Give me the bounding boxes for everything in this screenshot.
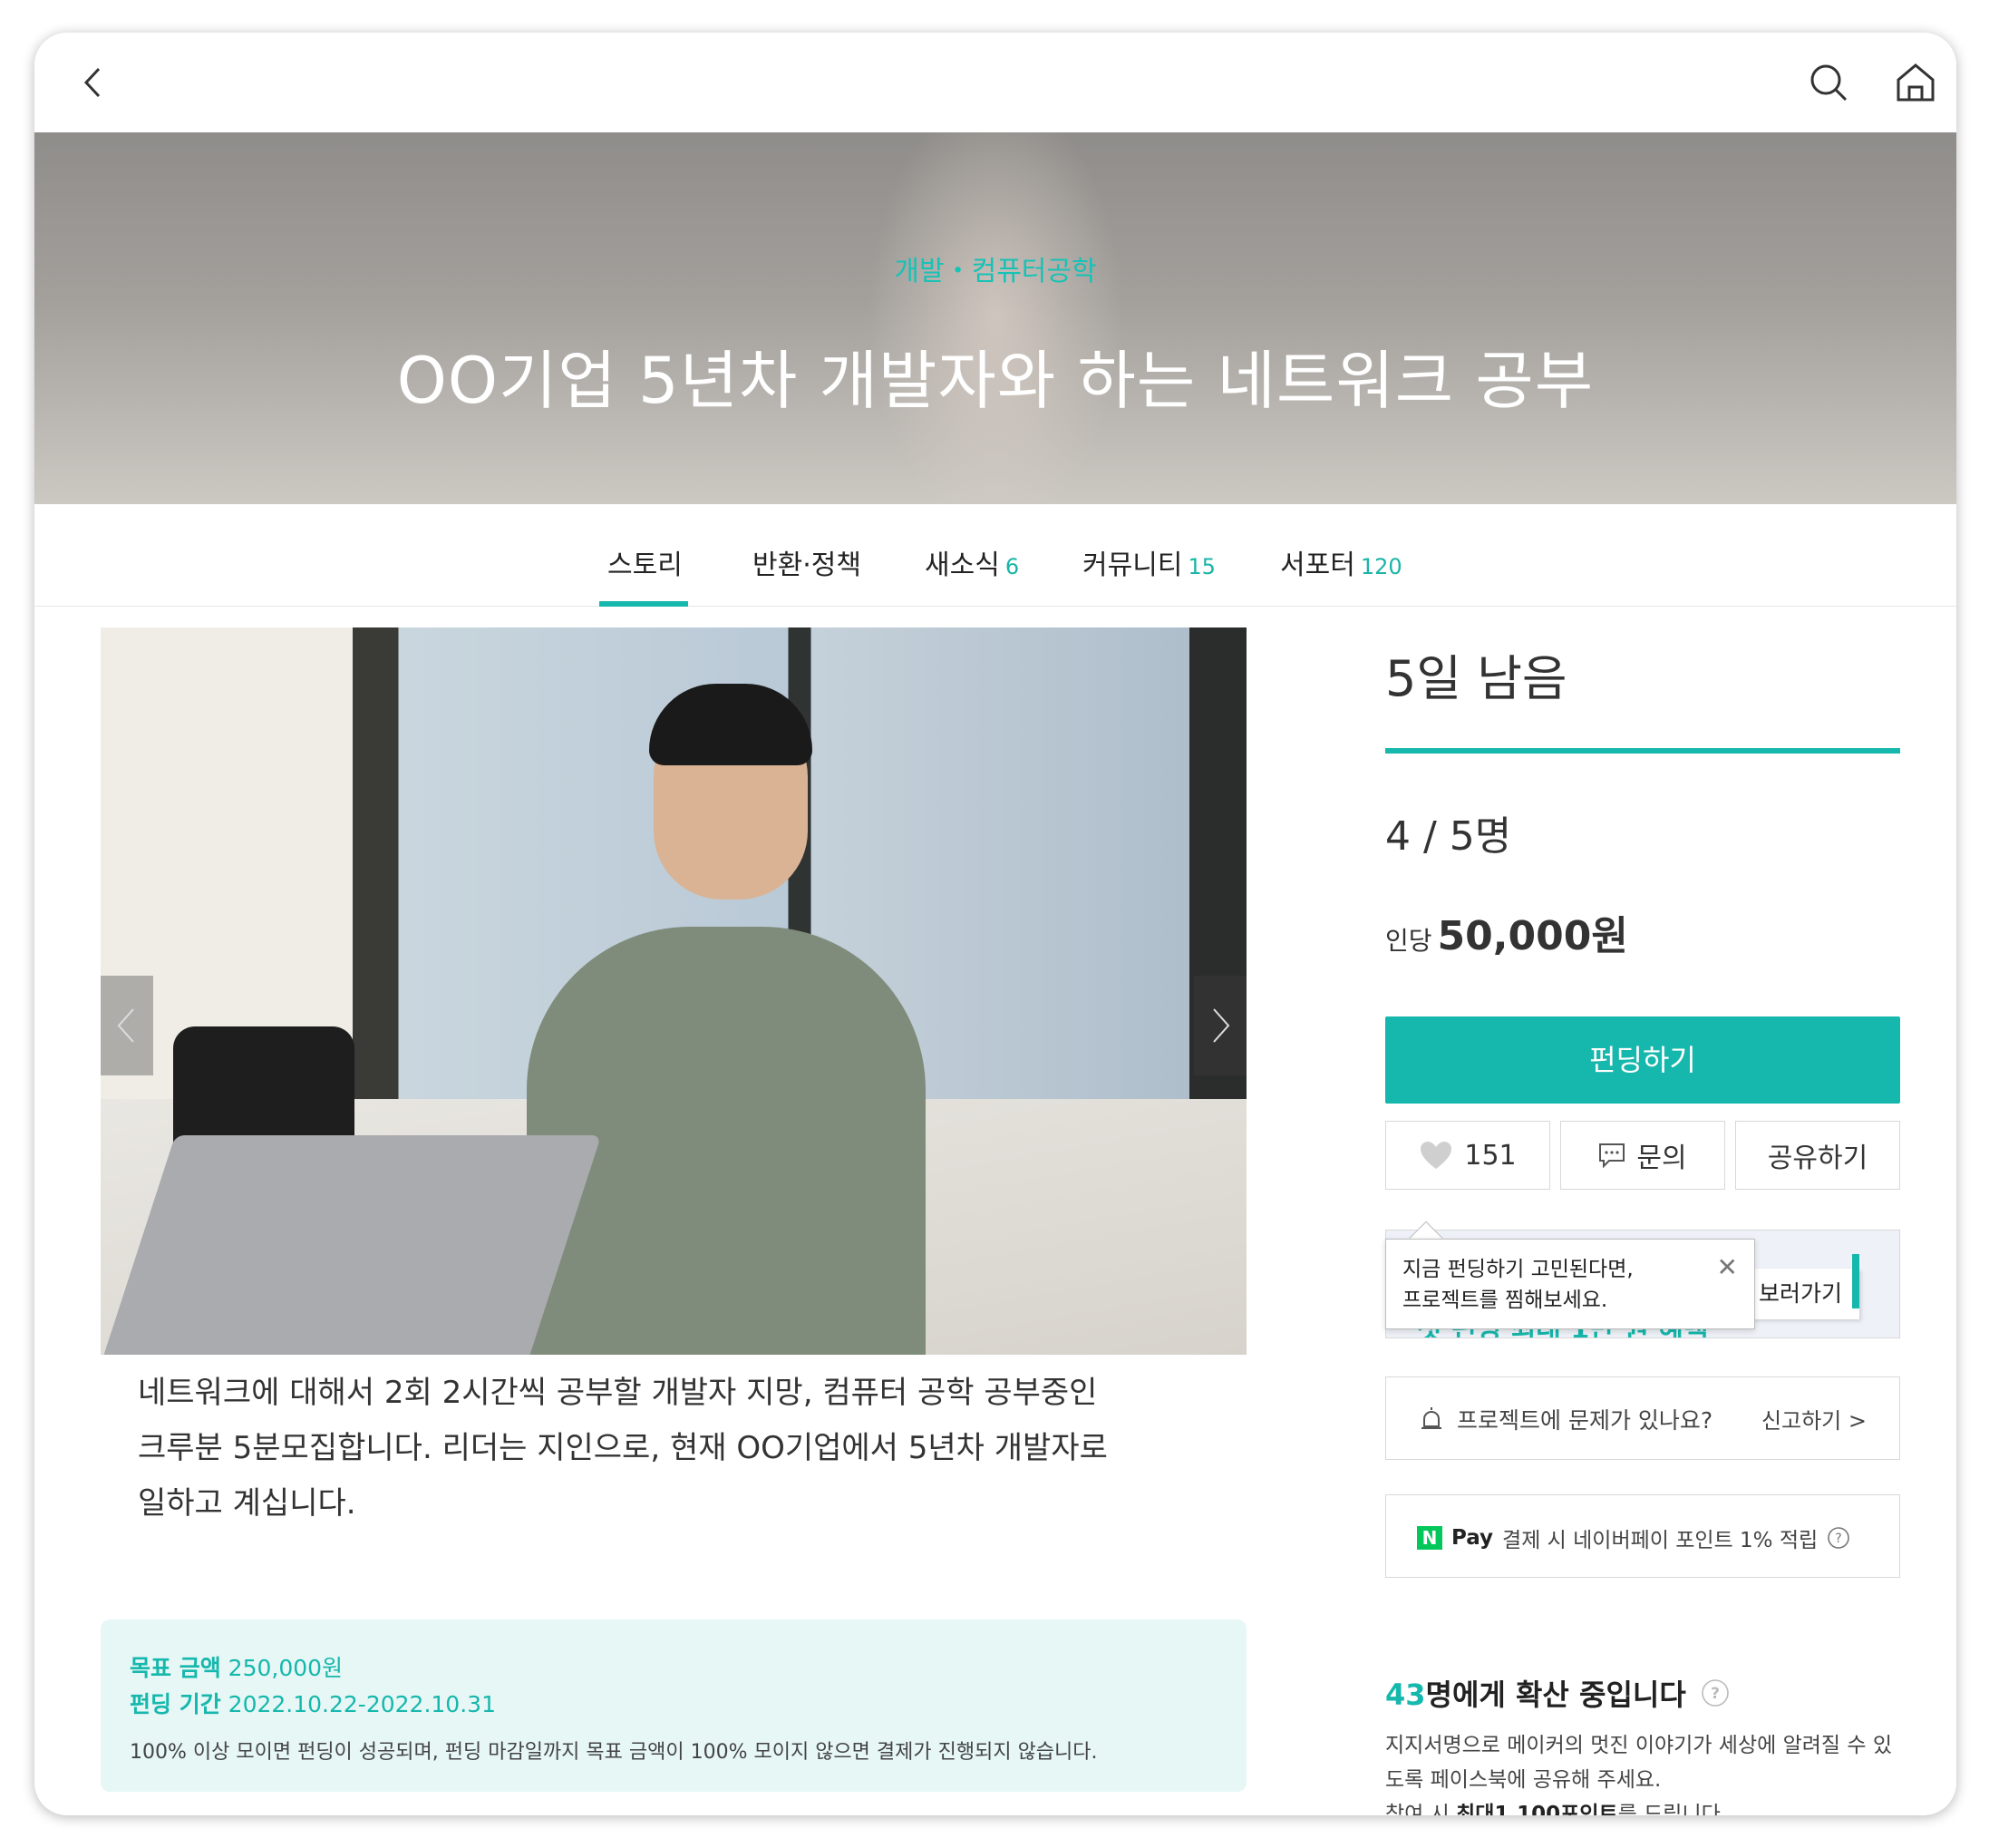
category-label: 개발・컴퓨터공학 xyxy=(894,256,1097,287)
spread-count: 43 xyxy=(1385,1678,1426,1712)
back-button[interactable] xyxy=(71,60,116,105)
active-tab-indicator xyxy=(599,601,688,607)
story-line: 네트워크에 대해서 2회 2시간씩 공부할 개발자 지망, 컴퓨터 공학 공부중… xyxy=(138,1375,1098,1411)
naverpay-row: N Pay 결제 시 네이버페이 포인트 1% 적립 ? xyxy=(1417,1522,1850,1553)
report-question: 프로젝트에 문제가 있나요? xyxy=(1419,1403,1712,1435)
goal-amount-value: 250,000원 xyxy=(228,1655,344,1681)
tab-label: 서포터 xyxy=(1280,550,1355,581)
chevron-left-icon xyxy=(117,1008,134,1043)
report-link[interactable]: 신고하기 > xyxy=(1761,1403,1867,1435)
tab-label: 반환·정책 xyxy=(752,550,861,581)
story-text: 네트워크에 대해서 2회 2시간씩 공부할 개발자 지망, 컴퓨터 공학 공부중… xyxy=(138,1366,1189,1532)
tab-bar: 스토리 반환·정책 새소식 6 커뮤니티 15 서포터 120 xyxy=(34,504,1956,607)
tab-label: 스토리 xyxy=(607,550,683,581)
like-button[interactable]: 151 xyxy=(1385,1121,1550,1190)
share-button[interactable]: 공유하기 xyxy=(1735,1121,1900,1190)
tooltip-text: 지금 펀딩하기 고민된다면, 프로젝트를 찜해보세요. xyxy=(1402,1254,1634,1316)
siren-icon xyxy=(1421,1407,1441,1429)
svg-text:?: ? xyxy=(1711,1685,1720,1703)
photo-hair xyxy=(649,684,812,765)
home-icon xyxy=(1897,63,1935,102)
funding-goal-box: 목표 금액 250,000원 펀딩 기간 2022.10.22-2022.10.… xyxy=(101,1619,1247,1792)
story-line: 크루분 5분모집합니다. 리더는 지인으로, 현재 OO기업에서 5년차 개발자… xyxy=(138,1430,1108,1466)
days-left: 5일 남음 xyxy=(1385,650,1567,707)
price-value: 50,000원 xyxy=(1437,913,1628,959)
photo-laptop xyxy=(101,1135,602,1355)
price-label: 인당 xyxy=(1385,926,1432,956)
wishlist-tooltip: 지금 펀딩하기 고민된다면, 프로젝트를 찜해보세요. ✕ xyxy=(1385,1239,1755,1329)
share-label: 공유하기 xyxy=(1767,1143,1868,1174)
report-question-text: 프로젝트에 문제가 있나요? xyxy=(1457,1407,1713,1434)
like-count: 151 xyxy=(1464,1139,1517,1172)
chevron-left-icon xyxy=(83,67,101,98)
spread-desc-suffix: 를 드립니다. xyxy=(1617,1803,1728,1815)
chat-icon xyxy=(1599,1143,1625,1168)
inquiry-label: 문의 xyxy=(1636,1143,1687,1174)
coupon-accent-bar xyxy=(1852,1254,1859,1308)
tab-count: 120 xyxy=(1360,554,1402,579)
funding-period: 펀딩 기간 2022.10.22-2022.10.31 xyxy=(130,1687,496,1719)
participant-count: 4 / 5명 xyxy=(1385,813,1512,860)
progress-bar xyxy=(1385,748,1900,754)
spread-desc-line: 참여 시 최대1,100포인트를 드립니다. xyxy=(1385,1797,1902,1815)
goal-amount: 목표 금액 250,000원 xyxy=(130,1650,343,1683)
goal-amount-label: 목표 금액 xyxy=(130,1655,221,1681)
price-per-person: 인당 50,000원 xyxy=(1385,903,1628,961)
hero-banner: 개발・컴퓨터공학 OO기업 5년차 개발자와 하는 네트워크 공부 xyxy=(34,132,1956,504)
project-title: OO기업 5년차 개발자와 하는 네트워크 공부 xyxy=(396,344,1595,418)
spread-desc-line: 지지서명으로 메이커의 멋진 이야기가 세상에 알려질 수 있도록 페이스북에 … xyxy=(1385,1734,1893,1792)
top-bar xyxy=(34,33,1956,132)
tab-story[interactable]: 스토리 xyxy=(607,542,683,582)
tab-supporters[interactable]: 서포터 120 xyxy=(1280,542,1402,582)
coupon-view-button[interactable]: 보러가기 xyxy=(1742,1269,1859,1319)
tab-refund-policy[interactable]: 반환·정책 xyxy=(752,542,861,582)
story-line: 일하고 계십니다. xyxy=(138,1485,356,1522)
search-button[interactable] xyxy=(1806,60,1851,105)
project-photo xyxy=(101,627,1247,1355)
report-box: 프로젝트에 문제가 있나요? 신고하기 > xyxy=(1385,1376,1900,1460)
tab-count: 15 xyxy=(1188,554,1216,579)
prev-image-button[interactable] xyxy=(101,976,153,1075)
chevron-right-icon xyxy=(1213,1008,1230,1043)
spread-desc-prefix: 참여 시 xyxy=(1385,1803,1457,1815)
tab-news[interactable]: 새소식 6 xyxy=(925,542,1019,582)
tab-label: 새소식 xyxy=(925,550,1000,581)
next-image-button[interactable] xyxy=(1194,976,1247,1075)
home-button[interactable] xyxy=(1893,60,1938,105)
close-icon[interactable]: ✕ xyxy=(1717,1252,1738,1282)
naverpay-text: 결제 시 네이버페이 포인트 1% 적립 xyxy=(1502,1529,1819,1552)
funding-period-value: 2022.10.22-2022.10.31 xyxy=(228,1691,496,1717)
funding-period-label: 펀딩 기간 xyxy=(130,1691,221,1717)
fund-button[interactable]: 펀딩하기 xyxy=(1385,1016,1900,1104)
spread-desc-bold: 최대1,100포인트 xyxy=(1456,1803,1618,1815)
goal-note: 100% 이상 모이면 펀딩이 성공되며, 펀딩 마감일까지 목표 금액이 10… xyxy=(130,1741,1098,1764)
tab-label: 커뮤니티 xyxy=(1082,550,1183,581)
naverpay-box: N Pay 결제 시 네이버페이 포인트 1% 적립 ? xyxy=(1385,1494,1900,1578)
help-icon[interactable]: ? xyxy=(1701,1678,1730,1707)
search-icon xyxy=(1810,64,1848,102)
svg-text:?: ? xyxy=(1835,1532,1841,1546)
help-icon[interactable]: ? xyxy=(1827,1526,1850,1550)
tooltip-line: 프로젝트를 찜해보세요. xyxy=(1402,1289,1608,1312)
tooltip-line: 지금 펀딩하기 고민된다면, xyxy=(1402,1258,1634,1281)
tab-count: 6 xyxy=(1004,554,1020,579)
spread-title-text: 명에게 확산 중입니다 xyxy=(1425,1678,1686,1712)
spread-title: 43명에게 확산 중입니다 ? xyxy=(1385,1672,1730,1714)
tab-community[interactable]: 커뮤니티 15 xyxy=(1082,542,1216,582)
spread-description: 지지서명으로 메이커의 멋진 이야기가 세상에 알려질 수 있도록 페이스북에 … xyxy=(1385,1728,1902,1815)
heart-icon xyxy=(1421,1142,1452,1169)
naverpay-pay-label: Pay xyxy=(1451,1526,1494,1550)
inquiry-button[interactable]: 문의 xyxy=(1560,1121,1725,1190)
app-window: 개발・컴퓨터공학 OO기업 5년차 개발자와 하는 네트워크 공부 스토리 반환… xyxy=(34,33,1956,1815)
naverpay-logo-icon: N xyxy=(1417,1526,1442,1550)
